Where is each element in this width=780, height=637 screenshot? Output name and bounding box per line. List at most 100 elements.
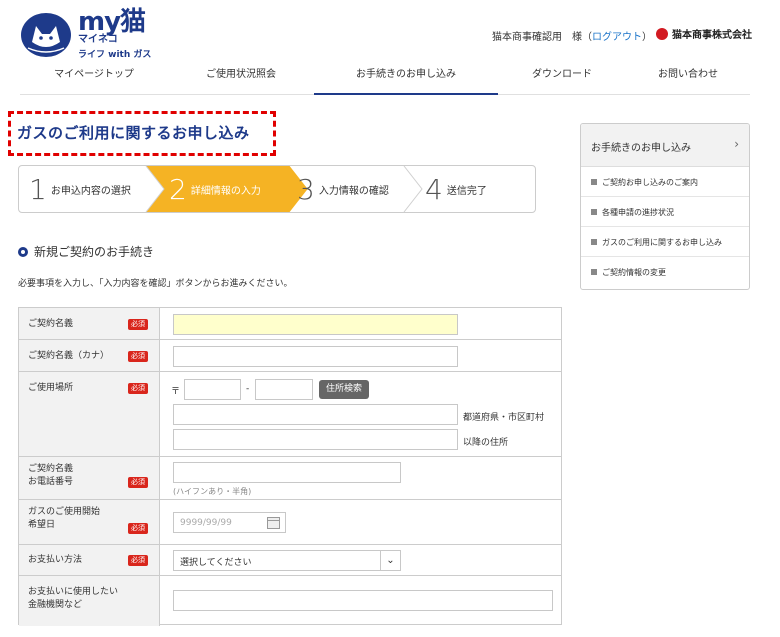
phone-label-line1: ご契約名義: [28, 464, 74, 474]
chevron-down-icon[interactable]: ⌄: [380, 551, 400, 570]
form-label-cell: お支払い方法 必須: [19, 545, 160, 575]
nav-usage-inquiry[interactable]: ご使用状況照会: [168, 65, 314, 95]
pref-city-input[interactable]: [173, 404, 458, 425]
payment-label: お支払い方法: [28, 555, 83, 565]
square-bullet-icon: [591, 209, 597, 215]
step-4: 4 送信完了: [425, 166, 487, 212]
sidebar-item-progress[interactable]: 各種申請の進捗状況: [581, 198, 749, 227]
nav-mypage-top[interactable]: マイページトップ: [20, 65, 168, 95]
global-nav: マイページトップ ご使用状況照会 お手続きのお申し込み ダウンロード お問い合わ…: [20, 65, 750, 95]
progress-steps: 1 お申込内容の選択 2 詳細情報の入力 3 入力情報の確認 4 送信完了: [18, 165, 536, 213]
bank-label-line2: 金融機関など: [28, 600, 83, 610]
payment-selected-value: 選択してください: [180, 558, 252, 568]
step-2-number: 2: [169, 172, 187, 206]
logo-icon[interactable]: [20, 12, 72, 58]
start-date-label-line2: 希望日: [28, 520, 56, 530]
sidebar: お手続きのお申し込み › ご契約お申し込みのご案内 各種申請の進捗状況 ガスのご…: [580, 123, 750, 290]
step-2: 2 詳細情報の入力: [169, 166, 261, 212]
sidebar-item-label: 各種申請の進捗状況: [602, 208, 674, 217]
start-date-label-line1: ガスのご使用開始: [28, 507, 101, 517]
user-info: 猫本商事確認用 様（ログアウト）: [492, 28, 652, 43]
company-logo: 猫本商事株式会社: [656, 26, 752, 41]
logo-main: my猫: [78, 7, 146, 37]
form-row-contract-name: ご契約名義 必須: [19, 308, 561, 340]
payment-select[interactable]: 選択してください ⌄: [173, 550, 401, 571]
step-4-number: 4: [425, 172, 443, 206]
phone-label-line2: お電話番号: [28, 477, 74, 487]
ring-bullet-icon: [18, 246, 28, 257]
postal-separator: -: [246, 384, 250, 394]
step-3-number: 3: [297, 172, 315, 206]
phone-input[interactable]: [173, 462, 401, 483]
sidebar-item-contract-change[interactable]: ご契約情報の変更: [581, 258, 749, 287]
required-badge: 必須: [128, 383, 148, 394]
address-search-button[interactable]: 住所検索: [319, 380, 369, 399]
required-badge: 必須: [128, 523, 148, 534]
address-rest-label: 以降の住所: [463, 438, 509, 448]
start-date-input[interactable]: 9999/99/99: [173, 512, 286, 533]
form-label-cell: お支払いに使用したい 金融機関など: [19, 576, 160, 626]
required-badge: 必須: [128, 555, 148, 566]
sidebar-item-label: ご契約お申し込みのご案内: [602, 178, 698, 187]
form-label-cell: ご契約名義 必須: [19, 308, 160, 339]
application-form: ご契約名義 必須 ご契約名義（カナ） 必須 ご使用場所 必須 〒 - 住所検索 …: [18, 307, 562, 626]
logo-wordmark: my猫 マイネコ ライフ with ガス: [78, 7, 152, 60]
step-3-label: 入力情報の確認: [318, 185, 389, 197]
calendar-icon[interactable]: [267, 517, 280, 529]
address-rest-input[interactable]: [173, 429, 458, 450]
logout-paren-open: （: [582, 32, 592, 43]
sidebar-item-label: ガスのご利用に関するお申し込み: [602, 238, 722, 247]
contract-name-kana-input[interactable]: [173, 346, 458, 367]
nav-contact[interactable]: お問い合わせ: [626, 65, 750, 95]
form-row-phone: ご契約名義お電話番号 必須 (ハイフンあり・半角): [19, 457, 561, 500]
logo-sub: ライフ with ガス: [78, 50, 152, 60]
page-title: ガスのご利用に関するお申し込み: [17, 124, 250, 142]
bank-input[interactable]: [173, 590, 553, 611]
form-row-start-date: ガスのご使用開始 希望日 必須 9999/99/99: [19, 500, 561, 545]
logout-link[interactable]: ログアウト: [592, 32, 642, 43]
instruction-text: 必要事項を入力し、「入力内容を確認」ボタンからお進みください。: [18, 279, 293, 289]
company-name: 猫本商事株式会社: [672, 30, 752, 41]
logout-paren-close: ）: [642, 32, 652, 43]
form-row-usage-place: ご使用場所 必須 〒 - 住所検索 都道府県・市区町村 以降の住所: [19, 372, 561, 457]
step-1-label: お申込内容の選択: [50, 185, 131, 197]
nav-download[interactable]: ダウンロード: [498, 65, 626, 95]
contract-name-label: ご契約名義: [28, 319, 74, 329]
square-bullet-icon: [591, 239, 597, 245]
sidebar-header-label: お手続きのお申し込み: [591, 143, 691, 154]
step-1-number: 1: [29, 172, 47, 206]
pref-city-label: 都道府県・市区町村: [463, 413, 545, 423]
step-1: 1 お申込内容の選択: [29, 166, 131, 212]
postal-mark: 〒: [171, 387, 181, 397]
postal-code-first-input[interactable]: [184, 379, 241, 400]
form-row-bank: お支払いに使用したい 金融機関など: [19, 576, 561, 626]
form-row-contract-name-kana: ご契約名義（カナ） 必須: [19, 340, 561, 372]
company-mark-icon: [656, 27, 668, 40]
form-label-cell: ガスのご使用開始 希望日 必須: [19, 500, 160, 544]
postal-code-second-input[interactable]: [255, 379, 313, 400]
required-badge: 必須: [128, 351, 148, 362]
phone-hint: (ハイフンあり・半角): [173, 487, 252, 496]
start-date-placeholder: 9999/99/99: [180, 518, 232, 528]
form-row-payment: お支払い方法 必須 選択してください ⌄: [19, 545, 561, 576]
contract-name-kana-label: ご契約名義（カナ）: [28, 351, 110, 361]
contract-name-input[interactable]: [173, 314, 458, 335]
bank-label-line1: お支払いに使用したい: [28, 587, 119, 597]
usage-place-label: ご使用場所: [28, 383, 74, 393]
chevron-right-icon: ›: [734, 137, 739, 151]
step-2-label: 詳細情報の入力: [190, 185, 261, 197]
required-badge: 必須: [128, 319, 148, 330]
sidebar-item-application-guide[interactable]: ご契約お申し込みのご案内: [581, 168, 749, 197]
phone-label: ご契約名義お電話番号: [28, 463, 73, 489]
sidebar-header[interactable]: お手続きのお申し込み ›: [581, 124, 749, 167]
square-bullet-icon: [591, 269, 597, 275]
form-label-cell: ご契約名義（カナ） 必須: [19, 340, 160, 371]
step-4-label: 送信完了: [446, 185, 487, 197]
form-label-cell: ご使用場所 必須: [19, 372, 160, 456]
section-title-text: 新規ご契約のお手続き: [34, 245, 155, 259]
required-badge: 必須: [128, 477, 148, 488]
nav-procedures[interactable]: お手続きのお申し込み: [314, 65, 498, 95]
user-name: 猫本商事確認用 様: [492, 32, 582, 43]
step-3: 3 入力情報の確認: [297, 166, 389, 212]
sidebar-item-gas-application[interactable]: ガスのご利用に関するお申し込み: [581, 228, 749, 257]
